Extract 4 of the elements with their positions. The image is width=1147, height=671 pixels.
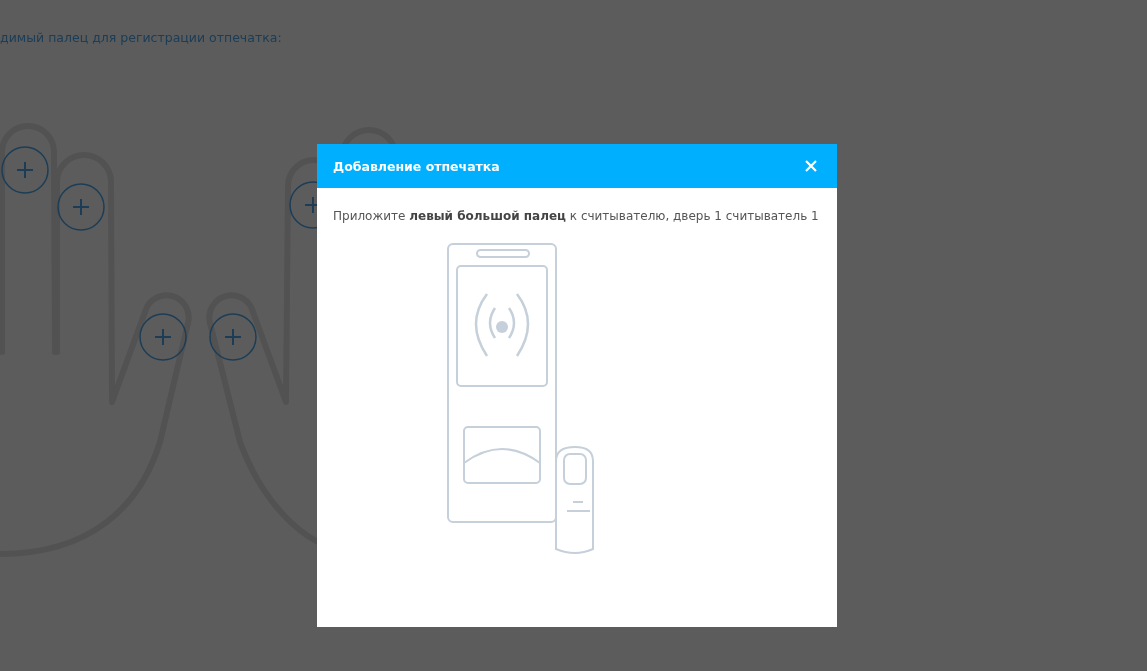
dialog-message: Приложите левый большой палец к считывателю, дверь 1 считыватель 1	[333, 208, 820, 224]
instruction-text: димый палец для регистрации отпечатка:	[0, 30, 283, 46]
close-icon[interactable]	[805, 160, 817, 172]
dialog-title: Добавление отпечатка	[333, 158, 500, 174]
